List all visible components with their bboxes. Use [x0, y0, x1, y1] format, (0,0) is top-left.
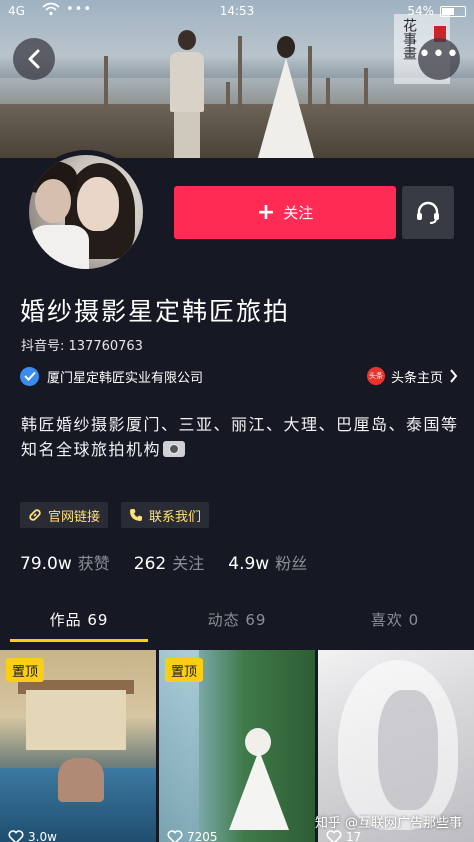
contact-us-chip[interactable]: 联系我们 — [121, 502, 210, 528]
toutiao-icon: 头条 — [366, 367, 385, 385]
more-dots-icon: ••• — [418, 42, 460, 67]
groom-figure — [170, 30, 204, 158]
heart-icon — [8, 830, 24, 842]
stat-followers[interactable]: 4.9w 粉丝 — [228, 550, 307, 574]
stat-label: 粉丝 — [275, 554, 308, 573]
tab-likes[interactable]: 喜欢 0 — [316, 598, 474, 644]
camera-icon — [163, 441, 186, 457]
clock: 14:53 — [219, 4, 255, 18]
toutiao-label: 头条主页 — [390, 370, 443, 386]
video-thumbnail[interactable]: 置顶 7205 — [159, 650, 315, 842]
stat-value: 79.0w — [20, 554, 72, 574]
link-icon — [29, 509, 41, 521]
heart-icon — [326, 830, 342, 842]
avatar-image — [29, 155, 143, 269]
like-count-value: 7205 — [187, 830, 218, 842]
chevron-left-icon — [28, 49, 40, 69]
stat-value: 4.9w — [228, 554, 270, 574]
wooden-post — [226, 82, 230, 108]
tab-works[interactable]: 作品 69 — [0, 598, 158, 644]
website-link-label: 官网链接 — [48, 509, 101, 525]
wooden-post — [104, 56, 108, 108]
bio-text: 韩匠婚纱摄影厦门、三亚、丽江、大理、巴厘岛、泰国等知名全球旅拍机构 — [21, 415, 459, 459]
like-count: 17 — [326, 830, 361, 842]
back-button[interactable] — [13, 38, 55, 80]
follow-label: 关注 — [283, 204, 314, 222]
battery-percent: 54% — [407, 4, 434, 18]
wooden-post — [364, 68, 368, 108]
watermark: 知乎 @互联网广告那些事 — [314, 816, 462, 831]
seal-text: 花事畫 — [401, 18, 417, 60]
follow-button[interactable]: + 关注 — [174, 186, 396, 239]
toutiao-homepage-link[interactable]: 头条 头条主页 — [366, 366, 458, 386]
content-tabs: 作品 69 动态 69 喜欢 0 — [0, 598, 474, 644]
phone-icon — [130, 509, 142, 521]
pinned-badge: 置顶 — [6, 658, 45, 682]
verified-company: 厦门星定韩匠实业有限公司 — [47, 370, 204, 386]
website-link-chip[interactable]: 官网链接 — [20, 502, 109, 528]
stat-label: 获赞 — [77, 554, 110, 573]
beach — [0, 104, 474, 158]
wooden-post — [238, 36, 242, 108]
verified-check-icon — [20, 366, 39, 386]
pinned-badge: 置顶 — [165, 658, 204, 682]
message-button[interactable] — [402, 186, 454, 239]
bio: 韩匠婚纱摄影厦门、三亚、丽江、大理、巴厘岛、泰国等知名全球旅拍机构 — [21, 412, 461, 462]
profile-name: 婚纱摄影星定韩匠旅拍 — [20, 297, 291, 326]
more-button[interactable]: ••• — [418, 38, 460, 80]
douyin-id: 抖音号: 137760763 — [21, 339, 143, 354]
battery-icon — [440, 6, 466, 17]
wooden-post — [326, 78, 330, 108]
stat-label: 关注 — [172, 554, 205, 573]
like-count: 3.0w — [8, 830, 57, 842]
stat-following[interactable]: 262 关注 — [134, 550, 204, 574]
headset-icon — [417, 201, 439, 224]
like-count-value: 17 — [346, 830, 362, 842]
stats-row: 79.0w 获赞 262 关注 4.9w 粉丝 — [20, 550, 331, 574]
avatar[interactable] — [24, 150, 148, 274]
heart-icon — [167, 830, 183, 842]
bride-figure — [258, 36, 314, 158]
like-count-value: 3.0w — [28, 830, 57, 842]
status-bar: 4G ••• 14:53 54% — [0, 0, 474, 24]
verification-row: 厦门星定韩匠实业有限公司 — [20, 366, 203, 386]
contact-us-label: 联系我们 — [149, 509, 202, 525]
plus-icon: + — [256, 199, 276, 225]
tab-moments[interactable]: 动态 69 — [158, 598, 316, 644]
stat-likes: 79.0w 获赞 — [20, 550, 110, 574]
chevron-right-icon — [450, 369, 458, 383]
stat-value: 262 — [133, 554, 167, 574]
like-count: 7205 — [167, 830, 218, 842]
video-thumbnail[interactable]: 置顶 3.0w — [0, 650, 156, 842]
